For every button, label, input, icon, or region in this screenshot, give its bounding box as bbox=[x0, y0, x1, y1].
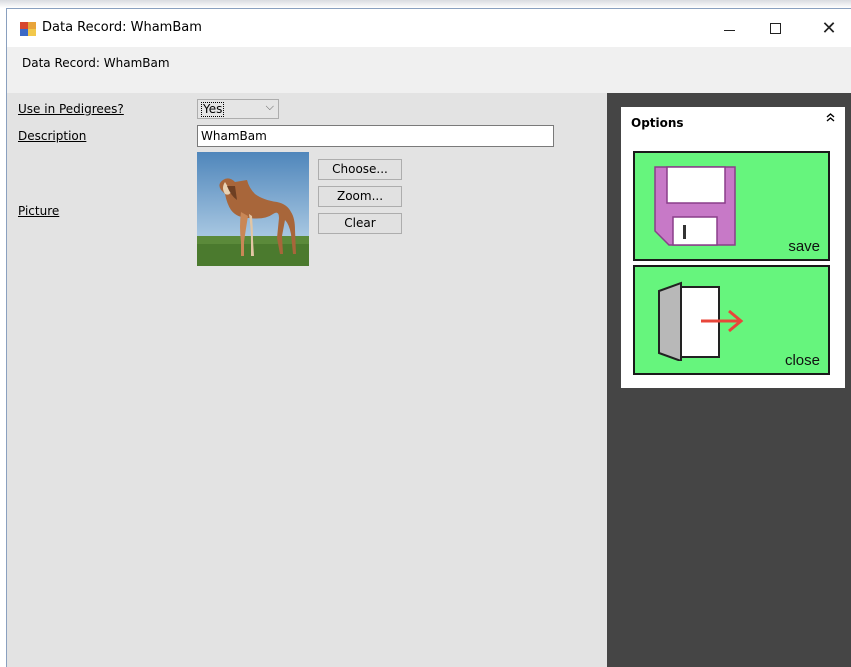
app-icon bbox=[20, 22, 36, 36]
maximize-icon bbox=[769, 22, 781, 34]
close-button[interactable]: close bbox=[633, 265, 830, 375]
window-top-edge bbox=[0, 0, 851, 8]
close-window-button[interactable]: ✕ bbox=[806, 9, 851, 47]
title-bar[interactable]: Data Record: WhamBam ✕ bbox=[7, 9, 851, 47]
maximize-button[interactable] bbox=[752, 9, 798, 47]
close-icon: ✕ bbox=[821, 17, 837, 39]
description-label: Description bbox=[18, 129, 87, 143]
form-area: Use in Pedigrees? Yes ⌵ Description Wham… bbox=[7, 93, 607, 667]
window-title: Data Record: WhamBam bbox=[42, 20, 202, 35]
chevron-down-icon: ⌵ bbox=[265, 101, 274, 113]
close-label: close bbox=[784, 352, 820, 369]
collapse-icon[interactable] bbox=[826, 113, 835, 125]
options-title: Options bbox=[631, 116, 684, 130]
description-input[interactable]: WhamBam bbox=[197, 125, 554, 147]
options-pane: Options save close bbox=[607, 93, 851, 667]
options-panel: Options save close bbox=[621, 107, 845, 388]
zoom-picture-button[interactable]: Zoom... bbox=[318, 186, 402, 207]
header-bar: Data Record: WhamBam bbox=[7, 47, 851, 93]
use-in-pedigrees-value: Yes bbox=[201, 102, 225, 117]
save-label: save bbox=[788, 238, 820, 255]
choose-picture-button[interactable]: Choose... bbox=[318, 159, 402, 180]
use-in-pedigrees-label: Use in Pedigrees? bbox=[18, 102, 124, 116]
header-title: Data Record: WhamBam bbox=[22, 56, 170, 70]
picture-label: Picture bbox=[18, 204, 60, 218]
clear-picture-button[interactable]: Clear bbox=[318, 213, 402, 234]
exit-door-icon bbox=[658, 281, 744, 361]
minimize-icon bbox=[723, 29, 735, 31]
saluki-dog-image bbox=[197, 152, 309, 266]
save-button[interactable]: save bbox=[633, 151, 830, 261]
dog-picture bbox=[197, 152, 309, 266]
minimize-button[interactable] bbox=[706, 9, 752, 47]
data-record-window: Data Record: WhamBam ✕ Data Record: Wham… bbox=[6, 8, 851, 667]
use-in-pedigrees-select[interactable]: Yes ⌵ bbox=[197, 99, 279, 119]
floppy-disk-icon bbox=[654, 166, 736, 246]
